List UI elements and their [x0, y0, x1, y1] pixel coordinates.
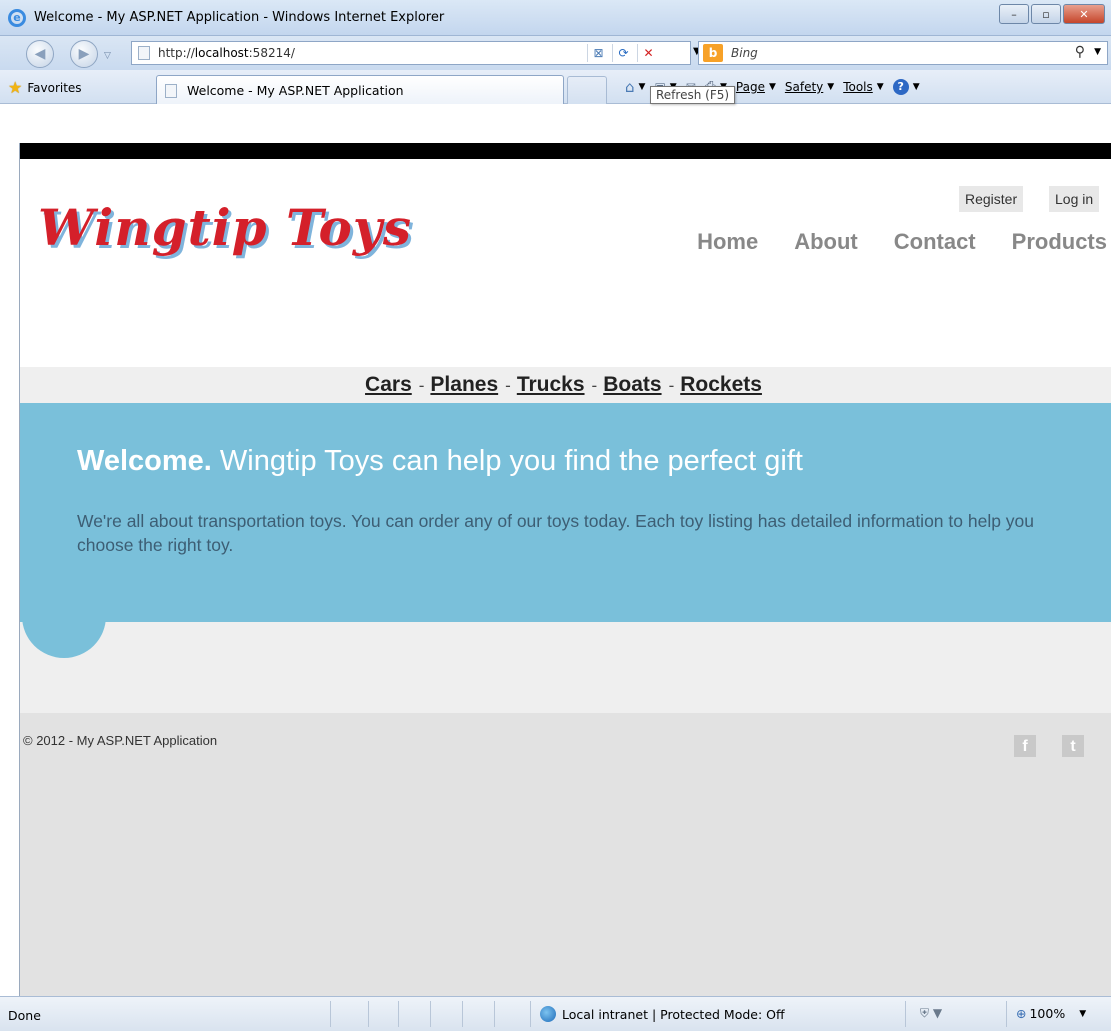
- tools-menu[interactable]: Tools ▼: [843, 80, 883, 94]
- chevron-down-icon: ▼: [912, 82, 920, 92]
- nav-home[interactable]: Home: [697, 229, 758, 255]
- page-viewport: Wingtip Toys Register Log in Home About …: [19, 143, 1111, 996]
- status-divider: [494, 1001, 495, 1027]
- close-window-button[interactable]: ✕: [1063, 4, 1105, 24]
- page-icon: [138, 46, 150, 60]
- title-bar: e Welcome - My ASP.NET Application - Win…: [0, 0, 1111, 36]
- recent-pages-dropdown-icon[interactable]: ▽: [104, 51, 111, 61]
- twitter-icon[interactable]: t: [1062, 735, 1084, 757]
- hero-title: Welcome. Wingtip Toys can help you find …: [77, 445, 803, 477]
- nav-contact[interactable]: Contact: [894, 229, 976, 255]
- status-divider: [1006, 1001, 1007, 1027]
- category-separator: -: [668, 376, 675, 395]
- status-bar: Done Local intranet | Protected Mode: Of…: [0, 996, 1111, 1031]
- help-menu[interactable]: ? ▼: [892, 79, 920, 95]
- hero-description: We're all about transportation toys. You…: [77, 511, 1035, 555]
- chevron-down-icon: ▼: [876, 82, 884, 92]
- status-divider: [530, 1001, 531, 1027]
- category-rockets-link[interactable]: Rockets: [680, 373, 767, 396]
- nav-about[interactable]: About: [794, 229, 858, 255]
- zoom-control[interactable]: ⊕ 100% ▼: [1016, 1006, 1086, 1021]
- safety-menu[interactable]: Safety ▼: [785, 80, 834, 94]
- forward-button[interactable]: ▶: [70, 40, 98, 68]
- back-arrow-icon: ◀: [34, 46, 46, 62]
- intranet-globe-icon: [540, 1006, 556, 1022]
- facebook-icon[interactable]: f: [1014, 735, 1036, 757]
- favorites-button[interactable]: ★ Favorites: [8, 78, 82, 97]
- tab-page-icon: [165, 84, 177, 98]
- navigation-bar: ◀ ▶ ▽ http://localhost:58214/ ▼ ⊠ ⟳ ✕ b …: [0, 36, 1111, 70]
- refresh-icon[interactable]: ⟳: [612, 44, 634, 62]
- content-area: [20, 622, 1111, 713]
- status-divider: [330, 1001, 331, 1027]
- category-cars-link[interactable]: Cars: [365, 373, 417, 396]
- category-boats-link[interactable]: Boats: [603, 373, 666, 396]
- compatibility-view-icon[interactable]: ⊠: [587, 44, 609, 62]
- footer: © 2012 - My ASP.NET Application f t: [20, 713, 1111, 996]
- search-icon[interactable]: ⚲: [1075, 44, 1085, 60]
- chevron-down-icon: ▼: [827, 82, 835, 92]
- zone-label: Local intranet | Protected Mode: Off: [562, 1006, 785, 1022]
- chevron-down-icon: ▼: [768, 82, 776, 92]
- ie-logo-icon: e: [8, 9, 26, 27]
- register-link[interactable]: Register: [959, 186, 1024, 212]
- address-url[interactable]: http://localhost:58214/: [158, 46, 295, 60]
- category-separator: -: [591, 376, 598, 395]
- protected-mode-icon[interactable]: ⛨ ▼: [920, 1006, 942, 1021]
- status-divider: [462, 1001, 463, 1027]
- login-link[interactable]: Log in: [1049, 186, 1100, 212]
- home-icon: ⌂: [625, 78, 635, 96]
- address-bar[interactable]: http://localhost:58214/ ▼ ⊠ ⟳ ✕: [131, 41, 701, 65]
- nav-products[interactable]: Products: [1012, 229, 1107, 255]
- search-input[interactable]: Bing: [731, 46, 758, 60]
- back-button[interactable]: ◀: [26, 40, 54, 68]
- search-box[interactable]: b Bing ⚲ ▼: [698, 41, 1108, 65]
- footer-copyright: © 2012 - My ASP.NET Application: [23, 733, 218, 748]
- status-text: Done: [8, 1008, 41, 1023]
- help-icon: ?: [892, 79, 909, 95]
- favorites-bar: ★ Favorites Welcome - My ASP.NET Applica…: [0, 70, 1111, 104]
- zoom-level: 100%: [1029, 1006, 1066, 1021]
- top-black-band: [20, 143, 1111, 159]
- refresh-tooltip: Refresh (F5): [650, 86, 736, 104]
- hero-decoration: [22, 561, 106, 658]
- maximize-button[interactable]: ▫: [1031, 4, 1061, 24]
- window-controls: – ▫ ✕: [997, 4, 1105, 24]
- status-divider: [905, 1001, 906, 1027]
- page-menu[interactable]: Page ▼: [736, 80, 776, 94]
- new-tab-button[interactable]: [567, 76, 607, 104]
- favorites-label: Favorites: [27, 80, 82, 95]
- home-button[interactable]: ⌂ ▼: [625, 78, 645, 96]
- window-title: Welcome - My ASP.NET Application - Windo…: [34, 10, 445, 25]
- site-logo[interactable]: Wingtip Toys: [38, 198, 412, 257]
- chevron-down-icon: ▼: [638, 82, 646, 92]
- forward-arrow-icon: ▶: [78, 46, 90, 62]
- search-options-dropdown-icon[interactable]: ▼: [1094, 47, 1101, 57]
- welcome-hero: Welcome. Wingtip Toys can help you find …: [20, 403, 1111, 622]
- security-zone[interactable]: Local intranet | Protected Mode: Off: [540, 1006, 785, 1022]
- bing-icon: b: [703, 44, 723, 62]
- stop-icon[interactable]: ✕: [637, 44, 659, 62]
- category-bar: Cars - Planes - Trucks - Boats - Rockets: [20, 367, 1111, 403]
- star-icon: ★: [8, 78, 23, 97]
- minimize-button[interactable]: –: [999, 4, 1029, 24]
- browser-tab[interactable]: Welcome - My ASP.NET Application: [156, 75, 564, 104]
- tab-title: Welcome - My ASP.NET Application: [187, 83, 404, 98]
- category-separator: -: [505, 376, 511, 395]
- zoom-icon: ⊕: [1016, 1006, 1027, 1021]
- status-divider: [430, 1001, 431, 1027]
- category-separator: -: [418, 376, 425, 395]
- status-divider: [398, 1001, 399, 1027]
- status-divider: [368, 1001, 369, 1027]
- category-trucks-link[interactable]: Trucks: [517, 373, 590, 396]
- category-planes-link[interactable]: Planes: [430, 373, 503, 396]
- main-nav: Home About Contact Products: [661, 229, 1107, 255]
- chevron-down-icon: ▼: [1079, 1008, 1087, 1019]
